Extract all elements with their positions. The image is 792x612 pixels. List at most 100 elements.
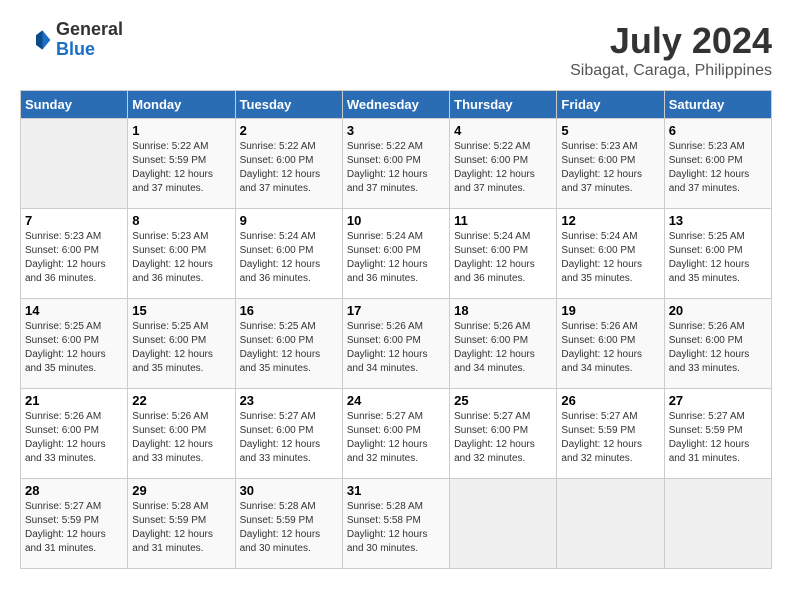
calendar-cell: 24Sunrise: 5:27 AM Sunset: 6:00 PM Dayli… bbox=[342, 389, 449, 479]
day-info: Sunrise: 5:23 AM Sunset: 6:00 PM Dayligh… bbox=[132, 230, 230, 286]
day-info: Sunrise: 5:25 AM Sunset: 6:00 PM Dayligh… bbox=[669, 230, 767, 286]
calendar-cell: 21Sunrise: 5:26 AM Sunset: 6:00 PM Dayli… bbox=[21, 389, 128, 479]
title-area: July 2024 Sibagat, Caraga, Philippines bbox=[570, 20, 772, 80]
day-number: 15 bbox=[132, 303, 230, 318]
day-info: Sunrise: 5:22 AM Sunset: 5:59 PM Dayligh… bbox=[132, 140, 230, 196]
calendar-cell: 8 Sunrise: 5:23 AM Sunset: 6:00 PM Daylig… bbox=[128, 209, 235, 299]
day-number: 3 bbox=[347, 123, 445, 138]
calendar-cell: 22 Sunrise: 5:26 AM Sunset: 6:00 PM Dayli… bbox=[128, 389, 235, 479]
calendar-cell: 12Sunrise: 5:24 AM Sunset: 6:00 PM Dayli… bbox=[557, 209, 664, 299]
calendar-cell: 4 Sunrise: 5:22 AM Sunset: 6:00 PM Daylig… bbox=[450, 119, 557, 209]
main-title: July 2024 bbox=[570, 20, 772, 62]
day-info: Sunrise: 5:24 AM Sunset: 6:00 PM Dayligh… bbox=[454, 230, 552, 286]
day-info: Sunrise: 5:28 AM Sunset: 5:59 PM Dayligh… bbox=[240, 500, 338, 556]
day-number: 25 bbox=[454, 393, 552, 408]
calendar-cell: 15 Sunrise: 5:25 AM Sunset: 6:00 PM Dayli… bbox=[128, 299, 235, 389]
day-number: 27 bbox=[669, 393, 767, 408]
day-info: Sunrise: 5:27 AM Sunset: 6:00 PM Dayligh… bbox=[240, 410, 338, 466]
calendar-week-row: 21Sunrise: 5:26 AM Sunset: 6:00 PM Dayli… bbox=[21, 389, 772, 479]
calendar-week-row: 14 Sunrise: 5:25 AM Sunset: 6:00 PM Dayli… bbox=[21, 299, 772, 389]
calendar-cell: 20 Sunrise: 5:26 AM Sunset: 6:00 PM Dayli… bbox=[664, 299, 771, 389]
calendar-cell: 5 Sunrise: 5:23 AM Sunset: 6:00 PM Daylig… bbox=[557, 119, 664, 209]
day-info: Sunrise: 5:28 AM Sunset: 5:59 PM Dayligh… bbox=[132, 500, 230, 556]
day-info: Sunrise: 5:24 AM Sunset: 6:00 PM Dayligh… bbox=[561, 230, 659, 286]
day-number: 6 bbox=[669, 123, 767, 138]
calendar-cell bbox=[21, 119, 128, 209]
day-number: 26 bbox=[561, 393, 659, 408]
calendar-cell: 19 Sunrise: 5:26 AM Sunset: 6:00 PM Dayli… bbox=[557, 299, 664, 389]
day-info: Sunrise: 5:25 AM Sunset: 6:00 PM Dayligh… bbox=[240, 320, 338, 376]
calendar-cell: 7Sunrise: 5:23 AM Sunset: 6:00 PM Daylig… bbox=[21, 209, 128, 299]
day-info: Sunrise: 5:26 AM Sunset: 6:00 PM Dayligh… bbox=[25, 410, 123, 466]
day-number: 7 bbox=[25, 213, 123, 228]
day-info: Sunrise: 5:27 AM Sunset: 5:59 PM Dayligh… bbox=[25, 500, 123, 556]
day-number: 16 bbox=[240, 303, 338, 318]
day-info: Sunrise: 5:27 AM Sunset: 6:00 PM Dayligh… bbox=[454, 410, 552, 466]
day-number: 29 bbox=[132, 483, 230, 498]
column-header-wednesday: Wednesday bbox=[342, 91, 449, 119]
day-number: 14 bbox=[25, 303, 123, 318]
calendar-cell: 18Sunrise: 5:26 AM Sunset: 6:00 PM Dayli… bbox=[450, 299, 557, 389]
day-number: 2 bbox=[240, 123, 338, 138]
logo-icon bbox=[20, 24, 52, 56]
calendar-cell: 10 Sunrise: 5:24 AM Sunset: 6:00 PM Dayli… bbox=[342, 209, 449, 299]
column-header-tuesday: Tuesday bbox=[235, 91, 342, 119]
calendar-cell: 23 Sunrise: 5:27 AM Sunset: 6:00 PM Dayli… bbox=[235, 389, 342, 479]
column-header-thursday: Thursday bbox=[450, 91, 557, 119]
calendar-cell: 6Sunrise: 5:23 AM Sunset: 6:00 PM Daylig… bbox=[664, 119, 771, 209]
calendar-cell: 30 Sunrise: 5:28 AM Sunset: 5:59 PM Dayli… bbox=[235, 479, 342, 569]
day-number: 18 bbox=[454, 303, 552, 318]
day-number: 11 bbox=[454, 213, 552, 228]
day-info: Sunrise: 5:23 AM Sunset: 6:00 PM Dayligh… bbox=[561, 140, 659, 196]
day-number: 9 bbox=[240, 213, 338, 228]
day-number: 8 bbox=[132, 213, 230, 228]
day-info: Sunrise: 5:26 AM Sunset: 6:00 PM Dayligh… bbox=[561, 320, 659, 376]
calendar-cell: 28 Sunrise: 5:27 AM Sunset: 5:59 PM Dayli… bbox=[21, 479, 128, 569]
calendar-cell: 31Sunrise: 5:28 AM Sunset: 5:58 PM Dayli… bbox=[342, 479, 449, 569]
column-header-monday: Monday bbox=[128, 91, 235, 119]
day-info: Sunrise: 5:27 AM Sunset: 5:59 PM Dayligh… bbox=[561, 410, 659, 466]
day-number: 24 bbox=[347, 393, 445, 408]
day-number: 23 bbox=[240, 393, 338, 408]
calendar-header-row: SundayMondayTuesdayWednesdayThursdayFrid… bbox=[21, 91, 772, 119]
logo-text: General Blue bbox=[56, 20, 123, 60]
day-info: Sunrise: 5:25 AM Sunset: 6:00 PM Dayligh… bbox=[132, 320, 230, 376]
day-info: Sunrise: 5:24 AM Sunset: 6:00 PM Dayligh… bbox=[347, 230, 445, 286]
calendar-cell: 9Sunrise: 5:24 AM Sunset: 6:00 PM Daylig… bbox=[235, 209, 342, 299]
day-number: 13 bbox=[669, 213, 767, 228]
calendar-cell: 26 Sunrise: 5:27 AM Sunset: 5:59 PM Dayli… bbox=[557, 389, 664, 479]
day-number: 10 bbox=[347, 213, 445, 228]
calendar-cell: 1 Sunrise: 5:22 AM Sunset: 5:59 PM Daylig… bbox=[128, 119, 235, 209]
day-info: Sunrise: 5:28 AM Sunset: 5:58 PM Dayligh… bbox=[347, 500, 445, 556]
day-info: Sunrise: 5:27 AM Sunset: 5:59 PM Dayligh… bbox=[669, 410, 767, 466]
column-header-sunday: Sunday bbox=[21, 91, 128, 119]
day-number: 4 bbox=[454, 123, 552, 138]
calendar-cell: 11 Sunrise: 5:24 AM Sunset: 6:00 PM Dayli… bbox=[450, 209, 557, 299]
calendar-cell: 2Sunrise: 5:22 AM Sunset: 6:00 PM Daylig… bbox=[235, 119, 342, 209]
calendar-body: 1 Sunrise: 5:22 AM Sunset: 5:59 PM Daylig… bbox=[21, 119, 772, 569]
day-number: 5 bbox=[561, 123, 659, 138]
day-number: 1 bbox=[132, 123, 230, 138]
day-number: 19 bbox=[561, 303, 659, 318]
calendar-cell bbox=[557, 479, 664, 569]
subtitle: Sibagat, Caraga, Philippines bbox=[570, 62, 772, 80]
day-info: Sunrise: 5:25 AM Sunset: 6:00 PM Dayligh… bbox=[25, 320, 123, 376]
logo: General Blue bbox=[20, 20, 123, 60]
day-number: 22 bbox=[132, 393, 230, 408]
day-number: 17 bbox=[347, 303, 445, 318]
calendar-week-row: 1 Sunrise: 5:22 AM Sunset: 5:59 PM Daylig… bbox=[21, 119, 772, 209]
calendar-cell: 17Sunrise: 5:26 AM Sunset: 6:00 PM Dayli… bbox=[342, 299, 449, 389]
day-number: 20 bbox=[669, 303, 767, 318]
day-info: Sunrise: 5:22 AM Sunset: 6:00 PM Dayligh… bbox=[347, 140, 445, 196]
day-number: 28 bbox=[25, 483, 123, 498]
day-info: Sunrise: 5:26 AM Sunset: 6:00 PM Dayligh… bbox=[669, 320, 767, 376]
day-info: Sunrise: 5:22 AM Sunset: 6:00 PM Dayligh… bbox=[454, 140, 552, 196]
calendar-cell: 16 Sunrise: 5:25 AM Sunset: 6:00 PM Dayli… bbox=[235, 299, 342, 389]
day-info: Sunrise: 5:26 AM Sunset: 6:00 PM Dayligh… bbox=[132, 410, 230, 466]
calendar-cell: 29 Sunrise: 5:28 AM Sunset: 5:59 PM Dayli… bbox=[128, 479, 235, 569]
column-header-saturday: Saturday bbox=[664, 91, 771, 119]
calendar-cell: 25 Sunrise: 5:27 AM Sunset: 6:00 PM Dayli… bbox=[450, 389, 557, 479]
calendar-cell bbox=[664, 479, 771, 569]
day-number: 30 bbox=[240, 483, 338, 498]
page-header: General Blue July 2024 Sibagat, Caraga, … bbox=[20, 20, 772, 80]
